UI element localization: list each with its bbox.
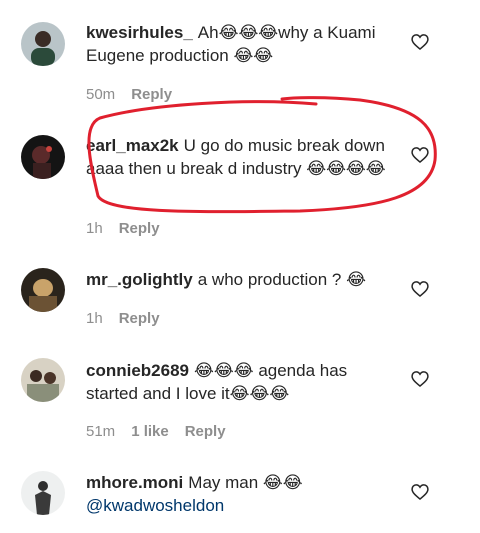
comment-time: 1h (86, 310, 103, 327)
like-heart-icon[interactable] (410, 482, 430, 502)
like-heart-icon[interactable] (410, 32, 430, 52)
like-count[interactable]: 1 like (131, 423, 169, 440)
comment-username[interactable]: connieb2689 (86, 361, 189, 380)
comment-message: May man 😂😂 (188, 473, 303, 492)
red-annotation-scribble (87, 96, 437, 214)
comment-time: 50m (86, 86, 116, 103)
like-heart-icon[interactable] (410, 145, 430, 165)
comment-text: mhore.moni May man 😂😂 @kwadwosheldon (86, 471, 398, 517)
comment-username[interactable]: mr_.golightly (86, 270, 193, 289)
avatar[interactable] (21, 135, 65, 179)
avatar[interactable] (21, 358, 65, 402)
comment-message: a who production ? 😂 (197, 270, 366, 289)
avatar[interactable] (21, 471, 65, 515)
comment-meta: 1h Reply (86, 310, 160, 327)
comment-time: 51m (86, 423, 116, 440)
reply-button[interactable]: Reply (131, 86, 172, 103)
comment-text: kwesirhules_ Ah😂😂😂why a Kuami Eugene prod… (86, 21, 398, 67)
mention-link[interactable]: @kwadwosheldon (86, 496, 224, 515)
comment-text: connieb2689 😂😂😂 agenda has started and I … (86, 359, 398, 405)
avatar[interactable] (21, 22, 65, 66)
comment-text: mr_.golightly a who production ? 😂 (86, 268, 398, 291)
comment-username[interactable]: mhore.moni (86, 473, 183, 492)
comment-time: 1h (86, 220, 103, 237)
comment-meta: 51m 1 like Reply (86, 423, 226, 440)
avatar[interactable] (21, 268, 65, 312)
reply-button[interactable]: Reply (119, 310, 160, 327)
reply-button[interactable]: Reply (119, 220, 160, 237)
like-heart-icon[interactable] (410, 369, 430, 389)
like-heart-icon[interactable] (410, 279, 430, 299)
comment-meta: 50m Reply (86, 86, 172, 103)
comment-username[interactable]: kwesirhules_ (86, 23, 193, 42)
comment-username[interactable]: earl_max2k (86, 136, 179, 155)
comment-meta: 1h Reply (86, 220, 160, 237)
comment-text: earl_max2k U go do music break down aaaa … (86, 134, 398, 180)
reply-button[interactable]: Reply (185, 423, 226, 440)
